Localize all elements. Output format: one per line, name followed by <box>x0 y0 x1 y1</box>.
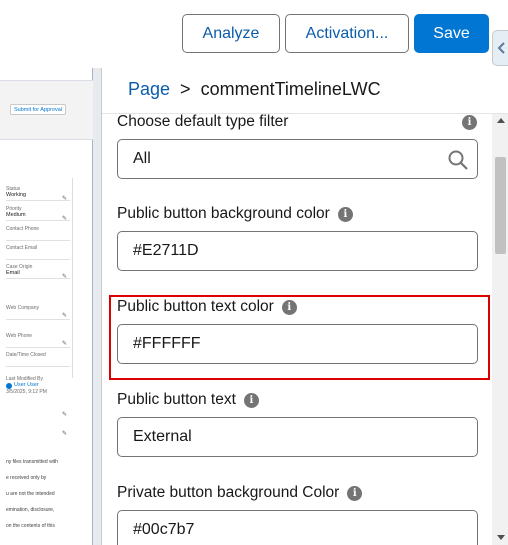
canvas-field-label: Date/Time Closed <box>6 352 46 358</box>
field-value: #E2711D <box>133 242 199 259</box>
field-label: Public button background color i <box>117 204 478 224</box>
breadcrumb-separator: > <box>180 79 191 99</box>
canvas-last-modified: Last Modified By User User 3/5/2025, 9:1… <box>6 376 70 395</box>
scrollbar-thumb[interactable] <box>495 157 506 254</box>
canvas-body-text: ny files transmitted with <box>6 459 58 465</box>
pencil-icon: ✎ <box>62 216 68 222</box>
canvas-body-text: emination, disclosure, <box>6 507 55 513</box>
panel-collapse-toggle[interactable] <box>492 30 508 66</box>
page-canvas-preview[interactable]: Submit for Approval Status Working ✎ Pri… <box>0 68 101 545</box>
canvas-body-text: e received only by <box>6 475 47 481</box>
field-label: Public button text i <box>117 390 478 410</box>
pencil-icon: ✎ <box>62 313 68 319</box>
public-button-text-input[interactable]: External <box>117 417 478 457</box>
canvas-frame: Submit for Approval Status Working ✎ Pri… <box>0 68 93 545</box>
default-type-filter-field: Choose default type filter All <box>117 114 478 179</box>
canvas-field: Status Working <box>6 186 70 201</box>
default-type-filter-input[interactable]: All <box>117 139 478 179</box>
save-button[interactable]: Save <box>414 14 489 53</box>
canvas-modified-time: 3/5/2025, 9:12 PM <box>6 389 47 395</box>
pencil-icon: ✎ <box>62 412 68 418</box>
info-icon[interactable]: i <box>347 485 363 501</box>
canvas-field-value: Working <box>6 192 27 198</box>
user-avatar-icon <box>6 382 12 389</box>
field-value: External <box>133 428 192 445</box>
canvas-user-link: User User <box>14 382 39 388</box>
chevron-left-icon <box>497 42 505 54</box>
canvas-field-value: Email <box>6 270 20 276</box>
canvas-body-text: on the contents of this <box>6 523 55 529</box>
canvas-submit-approval-button: Submit for Approval <box>10 104 66 115</box>
canvas-field-label: Web Company <box>6 305 39 311</box>
pencil-icon: ✎ <box>62 274 68 280</box>
canvas-field: Contact Phone <box>6 226 70 241</box>
highlight-annotation-box <box>109 295 490 380</box>
breadcrumb-current: commentTimelineLWC <box>200 79 381 99</box>
public-button-bg-color-input[interactable]: #E2711D <box>117 231 478 271</box>
canvas-divider <box>72 178 73 378</box>
scroll-up-arrow-icon[interactable] <box>497 118 505 123</box>
field-value: #00c7b7 <box>133 521 195 538</box>
builder-toolbar: Analyze Activation... Save <box>0 0 508 68</box>
public-button-text-field: Public button text i External <box>117 390 478 457</box>
private-button-bg-color-field: Private button background Color i #00c7b… <box>117 483 478 545</box>
activation-button[interactable]: Activation... <box>285 14 409 53</box>
pencil-icon: ✎ <box>62 341 68 347</box>
pencil-icon: ✎ <box>62 196 68 202</box>
breadcrumb: Page > commentTimelineLWC <box>128 79 381 100</box>
canvas-body-text: u are not the intended <box>6 491 55 497</box>
panel-scrollbar[interactable] <box>492 114 508 545</box>
field-label: Private button background Color i <box>117 483 478 503</box>
public-button-bg-color-field: Public button background color i #E2711D <box>117 204 478 271</box>
canvas-field-label: Contact Email <box>6 245 38 251</box>
canvas-field: Priority Medium <box>6 206 70 221</box>
canvas-field: Web Company <box>6 305 70 320</box>
private-button-bg-color-input[interactable]: #00c7b7 <box>117 510 478 545</box>
pencil-icon: ✎ <box>62 431 68 437</box>
field-label: Choose default type filter <box>117 114 289 130</box>
breadcrumb-page-link[interactable]: Page <box>128 79 170 99</box>
field-value: All <box>133 150 151 167</box>
property-panel: Page > commentTimelineLWC Choose default t… <box>101 68 508 545</box>
canvas-field: Contact Email <box>6 245 70 260</box>
canvas-field-label: Contact Phone <box>6 226 40 232</box>
info-icon[interactable]: i <box>462 114 477 130</box>
canvas-field-label: Web Phone <box>6 333 33 339</box>
info-icon[interactable]: i <box>243 392 259 408</box>
canvas-gutter <box>93 68 101 545</box>
info-icon[interactable]: i <box>337 206 353 222</box>
analyze-button[interactable]: Analyze <box>182 14 280 53</box>
canvas-field-value: Medium <box>6 212 26 218</box>
canvas-field: Web Phone <box>6 333 70 348</box>
canvas-field: Date/Time Closed <box>6 352 70 367</box>
canvas-field: Case Origin Email <box>6 264 70 279</box>
search-icon[interactable] <box>447 149 469 171</box>
scroll-down-arrow-icon[interactable] <box>497 535 505 540</box>
canvas-record-header: Submit for Approval <box>0 80 93 140</box>
